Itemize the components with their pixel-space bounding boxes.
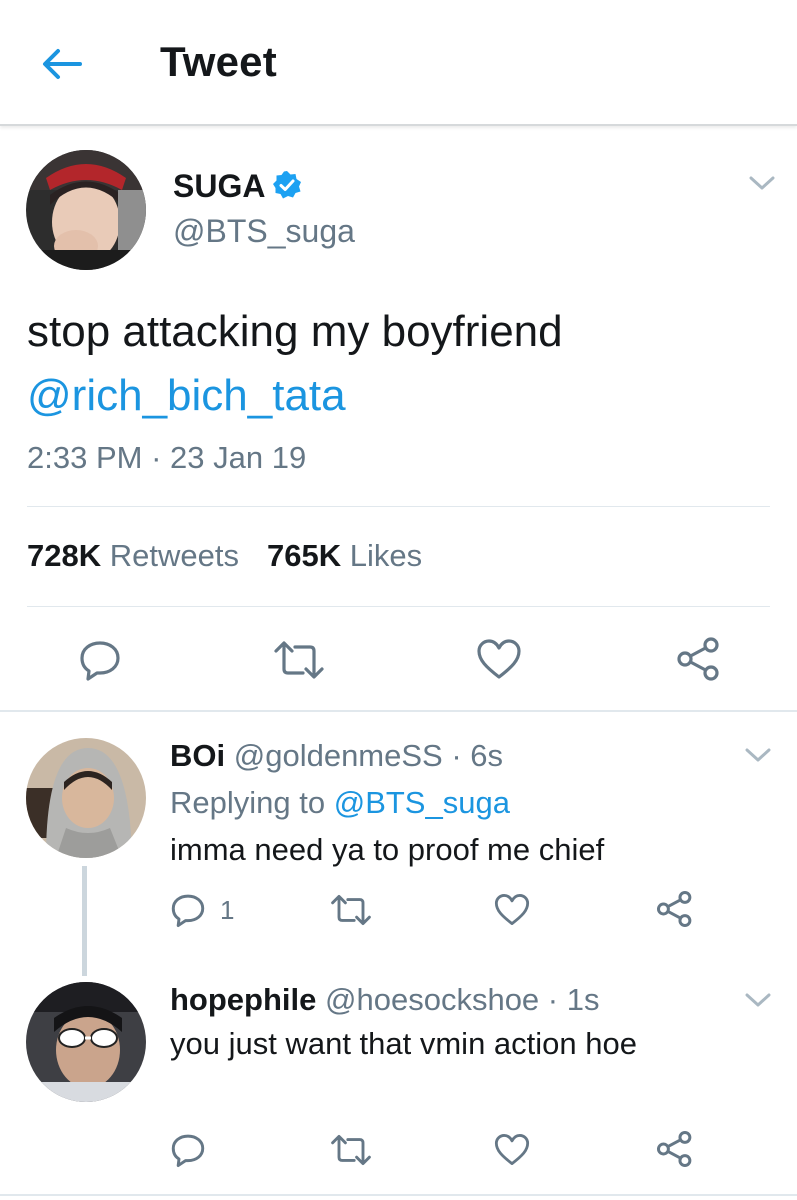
like-icon: [494, 1134, 530, 1165]
retweet-icon: [274, 641, 324, 679]
divider: [27, 506, 770, 507]
reply-button[interactable]: [170, 892, 206, 928]
share-button[interactable]: [676, 636, 722, 682]
like-button[interactable]: [494, 1133, 530, 1166]
reply-author-handle[interactable]: @goldenmeSS: [234, 738, 443, 773]
tweet-body: stop attacking my boyfriend: [27, 307, 563, 356]
likes-label: Likes: [349, 538, 423, 573]
chevron-down-icon[interactable]: [748, 173, 776, 193]
page-title: Tweet: [160, 38, 277, 85]
reply-icon: [171, 1134, 205, 1168]
share-icon: [656, 890, 692, 928]
thread-connector: [82, 866, 87, 976]
reply-author-name[interactable]: BOi: [170, 738, 225, 773]
replying-to: Replying to @BTS_suga: [170, 785, 510, 821]
like-icon: [494, 894, 530, 925]
tweet-time: 2:33 PM: [27, 440, 143, 475]
retweet-icon: [331, 1134, 371, 1166]
reply-button[interactable]: [170, 1132, 206, 1168]
likes-stat[interactable]: 765K Likes: [267, 538, 422, 573]
retweet-icon: [331, 894, 371, 926]
verified-badge-icon: [273, 171, 301, 199]
like-button[interactable]: [476, 638, 522, 680]
reply-text: you just want that vmin action hoe: [170, 1026, 637, 1061]
profile-photo: [26, 738, 146, 858]
top-bar: Tweet: [0, 0, 797, 126]
reply-header: BOi @goldenmeSS · 6s: [170, 738, 503, 774]
retweet-button[interactable]: [330, 1134, 372, 1166]
reply-author-name[interactable]: hopephile: [170, 982, 316, 1017]
tweet-timestamp: 2:33 PM · 23 Jan 19: [27, 440, 306, 476]
author-name[interactable]: SUGA: [173, 168, 265, 205]
author-handle[interactable]: @BTS_suga: [173, 213, 355, 250]
retweet-button[interactable]: [330, 894, 372, 926]
share-icon: [656, 1130, 692, 1168]
reply-header: hopephile @hoesockshoe · 1s: [170, 982, 599, 1018]
share-icon: [677, 637, 719, 681]
tweet-stats: 728K Retweets 765K Likes: [27, 538, 422, 574]
tweet-date: 23 Jan 19: [170, 440, 307, 475]
back-button[interactable]: [38, 40, 86, 88]
share-button[interactable]: [656, 890, 694, 928]
avatar[interactable]: [26, 738, 146, 858]
like-icon: [477, 639, 521, 679]
reply-icon: [171, 894, 205, 928]
tweet-text: stop attacking my boyfriend @rich_bich_t…: [27, 300, 767, 428]
back-arrow-icon: [43, 49, 82, 79]
like-button[interactable]: [494, 893, 530, 926]
section-divider: [0, 1194, 797, 1196]
profile-photo: [26, 982, 146, 1102]
reply-icon: [80, 641, 120, 681]
share-button[interactable]: [656, 1130, 694, 1168]
chevron-down-icon[interactable]: [744, 990, 772, 1010]
retweets-count: 728K: [27, 538, 102, 573]
replying-label: Replying to: [170, 785, 334, 820]
reply-author-handle[interactable]: @hoesockshoe: [325, 982, 539, 1017]
chevron-down-icon[interactable]: [744, 745, 772, 765]
reply-count: 1: [220, 895, 235, 925]
profile-photo: [26, 150, 146, 270]
reply-text: imma need ya to proof me chief: [170, 832, 605, 867]
retweets-stat[interactable]: 728K Retweets: [27, 538, 239, 573]
reply-button[interactable]: [78, 638, 122, 682]
avatar[interactable]: [26, 150, 146, 270]
replying-to-link[interactable]: @BTS_suga: [334, 785, 510, 820]
retweets-label: Retweets: [109, 538, 239, 573]
divider: [27, 606, 770, 607]
mention-link[interactable]: @rich_bich_tata: [27, 364, 767, 428]
reply-time: · 6s: [442, 738, 504, 773]
likes-count: 765K: [266, 538, 342, 573]
timestamp-separator: ·: [142, 440, 171, 475]
avatar[interactable]: [26, 982, 146, 1102]
reply-time: · 1s: [539, 982, 600, 1017]
section-divider: [0, 710, 797, 712]
retweet-button[interactable]: [273, 640, 325, 680]
